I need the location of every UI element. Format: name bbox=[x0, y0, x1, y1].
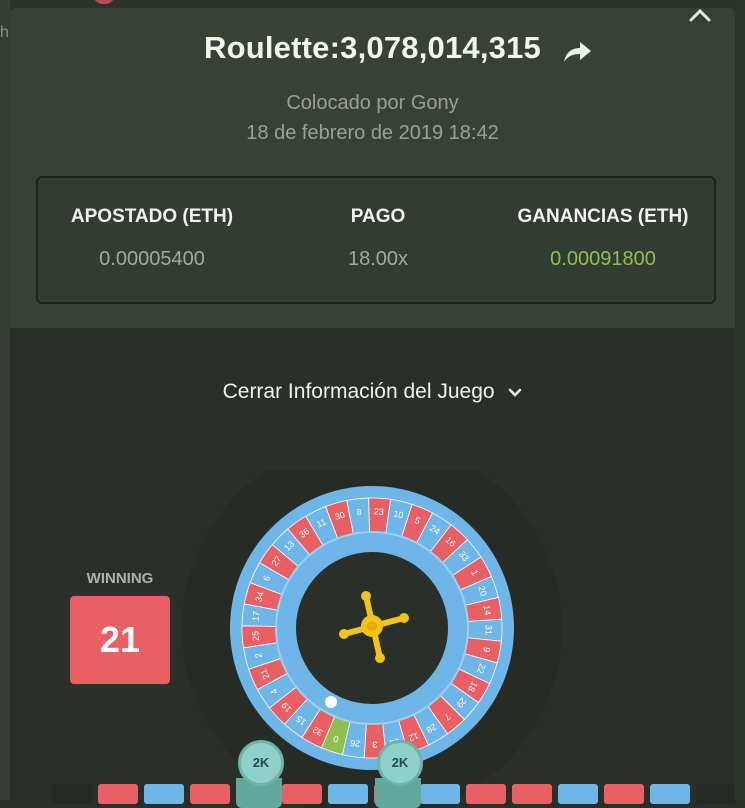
board-cell[interactable] bbox=[328, 784, 368, 804]
wheel-pocket-number: 25 bbox=[250, 631, 261, 642]
background-partial-text: h bbox=[0, 24, 9, 41]
wheel-pocket-number: 14 bbox=[482, 605, 493, 616]
board-cell[interactable] bbox=[420, 784, 460, 804]
chip-1: 2K bbox=[238, 740, 284, 786]
board-cell[interactable] bbox=[52, 784, 92, 804]
toggle-game-info-label: Cerrar Información del Juego bbox=[222, 380, 495, 403]
roulette-ball bbox=[325, 696, 337, 708]
close-icon[interactable] bbox=[685, 8, 715, 24]
wheel-pocket-number: 26 bbox=[350, 738, 361, 749]
board-cell[interactable] bbox=[282, 784, 322, 804]
board-cell[interactable] bbox=[558, 784, 598, 804]
board-cell[interactable] bbox=[144, 784, 184, 804]
winning-label: WINNING bbox=[86, 570, 154, 587]
betting-board bbox=[52, 784, 735, 808]
wheel-pocket-number: 17 bbox=[250, 611, 261, 622]
board-cell[interactable] bbox=[604, 784, 644, 804]
bet-date: 18 de febrero de 2019 18:42 bbox=[246, 122, 499, 144]
game-title: Roulette:3,078,014,315 bbox=[204, 30, 541, 65]
payout-label: PAGO bbox=[350, 206, 406, 227]
board-cell[interactable] bbox=[98, 784, 138, 804]
winning-number: 21 bbox=[70, 596, 170, 684]
wager-label: APOSTADO (ETH) bbox=[70, 206, 234, 227]
backdrop-left-strip bbox=[0, 0, 10, 800]
stat-wager: APOSTADO (ETH) 0.00005400 bbox=[52, 206, 252, 271]
profit-label: GANANCIAS (ETH) bbox=[517, 206, 689, 227]
wager-value: 0.00005400 bbox=[99, 248, 205, 270]
stat-payout: PAGO 18.00x bbox=[298, 206, 458, 271]
board-cell[interactable] bbox=[466, 784, 506, 804]
board-cell[interactable] bbox=[512, 784, 552, 804]
placed-by: Colocado por Gony bbox=[286, 92, 459, 114]
chip-2: 2K bbox=[377, 740, 423, 786]
wheel-pocket-number: 3 bbox=[372, 740, 377, 750]
board-cell[interactable] bbox=[650, 784, 690, 804]
share-icon[interactable] bbox=[560, 38, 594, 66]
wheel-pocket-number: 31 bbox=[484, 625, 494, 635]
chevron-down-icon bbox=[508, 380, 522, 404]
payout-value: 18.00x bbox=[347, 248, 409, 270]
toggle-game-info[interactable]: Cerrar Información del Juego bbox=[10, 380, 735, 404]
profit-value: 0.00091800 bbox=[550, 248, 656, 270]
backdrop-right-strip bbox=[735, 0, 745, 800]
title-row: Roulette:3,078,014,315 bbox=[10, 30, 735, 66]
bet-details-modal: Roulette:3,078,014,315 Colocado por Gony… bbox=[10, 8, 735, 808]
stat-profit: GANANCIAS (ETH) 0.00091800 bbox=[496, 206, 710, 271]
board-cell[interactable] bbox=[190, 784, 230, 804]
wheel-pocket-number: 23 bbox=[374, 506, 385, 517]
board-cell[interactable] bbox=[696, 784, 735, 804]
stats-panel: APOSTADO (ETH) 0.00005400 PAGO 18.00x GA… bbox=[36, 176, 716, 304]
